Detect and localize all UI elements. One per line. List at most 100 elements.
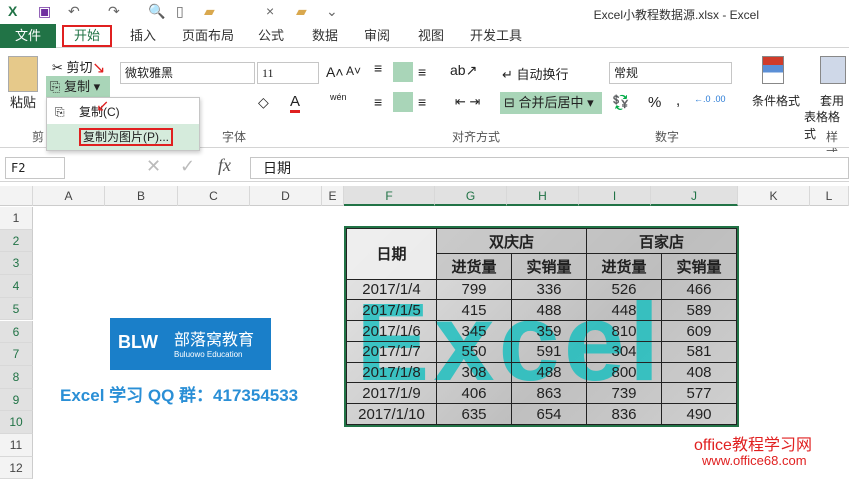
- accounting-format-icon[interactable]: 💱: [612, 94, 629, 111]
- cut-button[interactable]: ✂ 剪切: [52, 57, 93, 76]
- logo-text: 部落窝教育: [174, 332, 255, 349]
- header-store1: 双庆店: [436, 228, 587, 255]
- table-cell: 2017/1/8: [346, 361, 437, 384]
- row-header[interactable]: 1: [0, 207, 33, 230]
- window-title: Excel小教程数据源.xlsx - Excel: [593, 8, 759, 22]
- table-cell: 836: [586, 403, 662, 425]
- print-preview-icon[interactable]: 🔍: [148, 3, 165, 20]
- table-row: 2017/1/7 550 591 304 581: [346, 340, 737, 363]
- align-middle-button[interactable]: [393, 62, 413, 82]
- row-header[interactable]: 10: [0, 411, 33, 434]
- column-header[interactable]: J: [651, 186, 738, 206]
- column-header[interactable]: K: [738, 186, 810, 206]
- align-top-icon[interactable]: ≡: [374, 60, 382, 76]
- percent-button[interactable]: %: [648, 94, 661, 111]
- group-alignment: 对齐方式: [452, 130, 501, 144]
- tab-formulas[interactable]: 公式: [248, 24, 294, 48]
- font-size-select[interactable]: 11: [257, 62, 319, 84]
- table-format-icon[interactable]: [820, 56, 846, 84]
- row-header[interactable]: 5: [0, 297, 33, 321]
- menu-item-copy-as-picture[interactable]: 复制为图片(P)...: [47, 124, 199, 150]
- row-header[interactable]: 3: [0, 252, 33, 276]
- copy-button[interactable]: ⎘ 复制 ▾: [46, 76, 110, 98]
- orientation-icon[interactable]: ab↗: [450, 62, 477, 79]
- insert-function-icon[interactable]: fx: [218, 155, 231, 176]
- fill-color-icon[interactable]: ◇: [258, 94, 269, 111]
- conditional-format-icon[interactable]: [762, 56, 784, 84]
- undo-icon[interactable]: ↶: [68, 3, 80, 20]
- pasted-picture[interactable]: Excel 日期 双庆店 百家店 进货量 实销量 进货量 实销量 2017/1/4 799 3…: [344, 226, 739, 427]
- table-cell: 308: [436, 361, 512, 384]
- tab-insert[interactable]: 插入: [120, 24, 166, 48]
- column-header[interactable]: A: [33, 186, 105, 206]
- redo-icon[interactable]: ↷: [108, 3, 120, 20]
- font-color-icon[interactable]: A: [290, 93, 301, 113]
- row-header[interactable]: 6: [0, 320, 33, 344]
- align-bottom-icon[interactable]: ≡: [418, 64, 426, 80]
- column-header[interactable]: I: [579, 186, 651, 206]
- row-header[interactable]: 2: [0, 229, 33, 253]
- paste-icon[interactable]: [8, 56, 38, 92]
- formula-input[interactable]: 日期: [250, 157, 849, 179]
- tab-file[interactable]: 文件: [0, 24, 56, 48]
- cancel-icon[interactable]: ✕: [146, 156, 161, 177]
- align-left-icon[interactable]: ≡: [374, 94, 382, 110]
- column-header[interactable]: H: [507, 186, 579, 206]
- copy-label: 复制: [64, 79, 91, 94]
- align-right-icon[interactable]: ≡: [418, 94, 426, 110]
- tab-page-layout[interactable]: 页面布局: [172, 24, 244, 48]
- tab-data[interactable]: 数据: [302, 24, 348, 48]
- table-row: 2017/1/5 415 488 448 589: [346, 299, 737, 322]
- column-header[interactable]: C: [178, 186, 250, 206]
- tab-developer[interactable]: 开发工具: [460, 24, 532, 48]
- font-name-select[interactable]: 微软雅黑: [120, 62, 255, 84]
- tab-review[interactable]: 审阅: [354, 24, 400, 48]
- decimal-buttons-icon[interactable]: ←.0 .00: [694, 94, 726, 104]
- table-cell: 2017/1/4: [346, 278, 437, 301]
- align-center-button[interactable]: [393, 92, 413, 112]
- name-box[interactable]: F2: [5, 157, 65, 179]
- menu-item-copy[interactable]: ⎘ 复制(C): [47, 99, 199, 125]
- conditional-format-button[interactable]: 条件格式: [752, 92, 800, 109]
- decrease-font-icon[interactable]: A˅: [346, 64, 361, 78]
- row-header[interactable]: 9: [0, 388, 33, 412]
- row-header[interactable]: 7: [0, 343, 33, 366]
- save-icon[interactable]: ▣: [38, 3, 51, 20]
- column-header[interactable]: B: [105, 186, 178, 206]
- paste-button[interactable]: 粘贴: [10, 92, 36, 111]
- header-store2: 百家店: [586, 228, 737, 255]
- merge-center-button[interactable]: ⊟ 合并后居中 ▾: [500, 92, 602, 114]
- number-format-select[interactable]: 常规: [609, 62, 732, 84]
- indent-icons[interactable]: ⇤ ⇥: [455, 94, 480, 110]
- row-header[interactable]: 11: [0, 434, 33, 457]
- folder-icon[interactable]: ▰: [296, 3, 307, 20]
- header-date: 日期: [346, 228, 437, 280]
- column-header[interactable]: D: [250, 186, 322, 206]
- column-header[interactable]: L: [810, 186, 849, 206]
- table-format-label-1[interactable]: 套用: [820, 92, 844, 109]
- column-header[interactable]: E: [322, 186, 344, 206]
- open-folder-icon[interactable]: ▰: [204, 3, 215, 20]
- row-header[interactable]: 8: [0, 365, 33, 389]
- customize-quick-access-icon[interactable]: ⌄: [326, 3, 338, 20]
- select-all-corner[interactable]: [0, 186, 33, 206]
- column-header[interactable]: F: [344, 186, 435, 206]
- comma-button[interactable]: ,: [676, 92, 680, 109]
- table-cell: 609: [661, 320, 737, 342]
- column-header[interactable]: G: [435, 186, 507, 206]
- row-header[interactable]: 4: [0, 275, 33, 298]
- wrap-text-button[interactable]: ↵ 自动换行: [502, 64, 569, 83]
- tab-view[interactable]: 视图: [408, 24, 454, 48]
- phonetic-icon[interactable]: wén: [330, 92, 347, 102]
- qq-group-text: Excel 学习 QQ 群：417354533: [60, 386, 299, 405]
- table-cell: 345: [436, 320, 512, 342]
- tab-home[interactable]: 开始: [62, 25, 113, 47]
- clear-icon[interactable]: ×: [266, 3, 274, 19]
- group-clipboard: 剪: [32, 130, 45, 144]
- new-file-icon[interactable]: ▯: [176, 3, 184, 20]
- group-font: 字体: [222, 130, 247, 144]
- increase-font-icon[interactable]: A˄: [326, 64, 344, 80]
- enter-icon[interactable]: ✓: [180, 156, 195, 177]
- copy-icon: ⎘: [50, 79, 61, 94]
- table-cell: 589: [661, 299, 737, 322]
